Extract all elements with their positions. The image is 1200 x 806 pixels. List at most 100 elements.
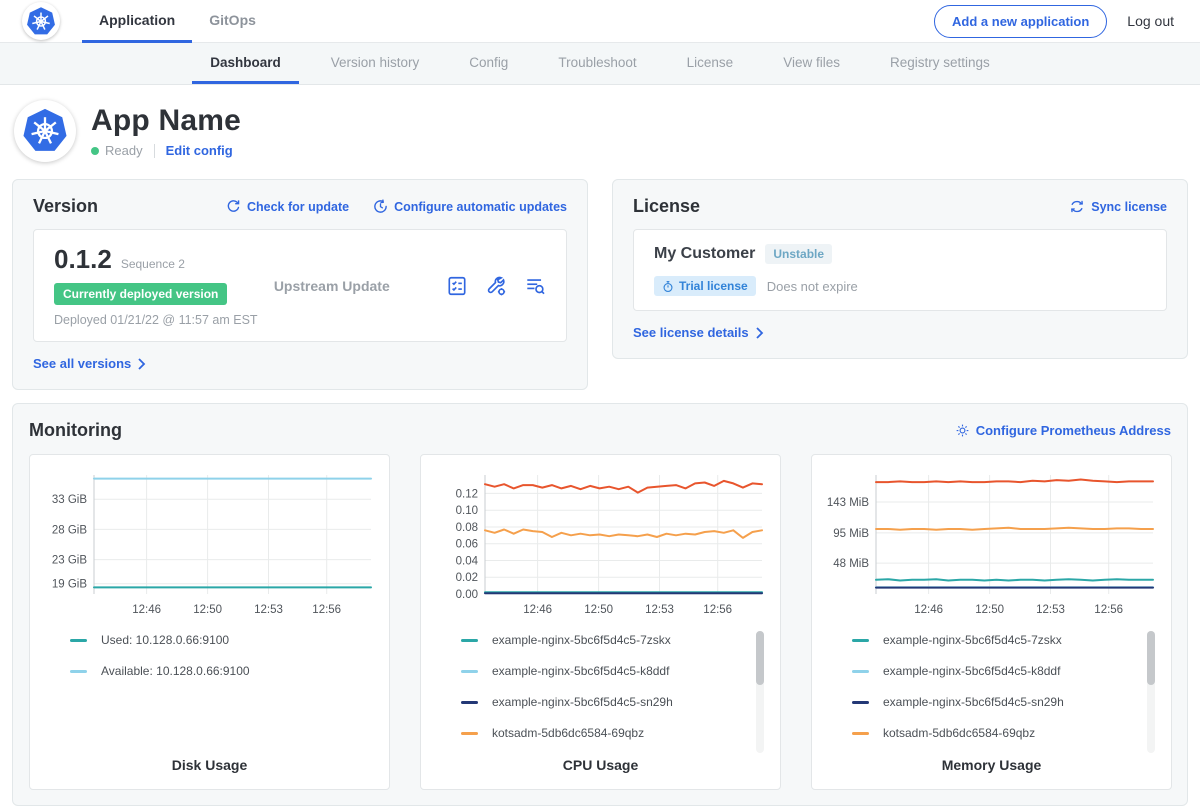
page-title: App Name [91,104,241,138]
cpu-usage-legend: example-nginx-5bc6f5d4c5-7zskx example-n… [435,633,766,757]
chevron-right-icon [755,327,764,339]
license-box: My Customer Unstable Trial license Does … [633,229,1167,311]
cpu-usage-panel: 0.120.100.080.060.040.020.0012:4612:5012… [420,454,781,790]
status-text: Ready [105,143,143,158]
legend-item: example-nginx-5bc6f5d4c5-k8ddf [461,664,766,678]
see-all-versions-link[interactable]: See all versions [33,356,146,371]
edit-config-link[interactable]: Edit config [166,143,233,158]
divider [154,144,155,158]
preflight-checks-icon[interactable] [446,275,468,297]
cpu-usage-chart: 0.120.100.080.060.040.020.0012:4612:5012… [435,468,768,620]
scrollbar-thumb[interactable] [756,631,764,685]
svg-text:12:53: 12:53 [645,604,674,616]
legend-item: Used: 10.128.0.66:9100 [70,633,375,647]
check-for-update-link[interactable]: Check for update [226,199,349,214]
svg-text:0.06: 0.06 [456,539,478,551]
svg-text:0.12: 0.12 [456,488,478,500]
svg-text:12:46: 12:46 [914,604,943,616]
legend-scrollbar[interactable] [1147,631,1155,753]
svg-text:12:50: 12:50 [193,604,222,616]
legend-swatch [852,670,869,673]
svg-text:12:50: 12:50 [584,604,613,616]
topnav-tab-gitops[interactable]: GitOps [192,0,273,43]
customer-name: My Customer [654,245,755,263]
legend-label: example-nginx-5bc6f5d4c5-7zskx [492,633,671,647]
legend-item: kotsadm-5db6dc6584-69qbz [461,726,766,740]
legend-item: example-nginx-5bc6f5d4c5-sn29h [852,695,1157,709]
legend-swatch [461,639,478,642]
chart-title: Disk Usage [44,757,375,779]
app-sub-navigation: Dashboard Version history Config Trouble… [0,43,1200,85]
topnav-tab-application[interactable]: Application [82,0,192,43]
license-card: License Sync license My Customer Unstabl… [612,179,1188,359]
scrollbar-thumb[interactable] [1147,631,1155,685]
svg-text:12:46: 12:46 [523,604,552,616]
summary-cards-row: Version Check for update Configure autom… [0,176,1200,390]
topnav-tabs: Application GitOps [82,0,273,43]
license-type-badge: Trial license [654,276,756,296]
app-header: App Name Ready Edit config [0,85,1200,176]
stopwatch-icon [662,280,674,293]
version-actions [446,275,546,297]
legend-swatch [852,732,869,735]
memory-usage-legend: example-nginx-5bc6f5d4c5-7zskx example-n… [826,633,1157,757]
disk-usage-chart: 33 GiB28 GiB23 GiB19 GiB12:4612:5012:531… [44,468,377,620]
tab-config[interactable]: Config [451,43,526,84]
svg-text:95 MiB: 95 MiB [833,528,869,540]
legend-scrollbar[interactable] [756,631,764,753]
configure-automatic-updates-link[interactable]: Configure automatic updates [373,199,567,214]
legend-item: example-nginx-5bc6f5d4c5-7zskx [461,633,766,647]
sequence-label: Sequence 2 [121,257,185,271]
monitoring-card: Monitoring Configure Prometheus Address … [12,403,1188,806]
version-info: 0.1.2 Sequence 2 Currently deployed vers… [54,244,258,327]
logout-link[interactable]: Log out [1127,13,1174,29]
svg-text:23 GiB: 23 GiB [52,555,87,567]
legend-label: example-nginx-5bc6f5d4c5-sn29h [883,695,1064,709]
legend-label: Available: 10.128.0.66:9100 [101,664,250,678]
top-navigation: Application GitOps Add a new application… [0,0,1200,43]
gear-icon [955,423,970,438]
sync-arrows-icon [1069,199,1085,214]
channel-badge: Unstable [765,244,832,264]
legend-item: Available: 10.128.0.66:9100 [70,664,375,678]
sync-license-link[interactable]: Sync license [1069,199,1167,214]
version-card: Version Check for update Configure autom… [12,179,588,390]
chart-title: Memory Usage [826,757,1157,779]
svg-text:12:56: 12:56 [1094,604,1123,616]
app-avatar [14,100,76,162]
legend-label: Used: 10.128.0.66:9100 [101,633,229,647]
edit-config-icon[interactable] [485,275,507,297]
legend-swatch [461,701,478,704]
svg-text:12:53: 12:53 [1036,604,1065,616]
legend-item: example-nginx-5bc6f5d4c5-sn29h [461,695,766,709]
chart-panels: 33 GiB28 GiB23 GiB19 GiB12:4612:5012:531… [29,454,1171,790]
legend-swatch [852,701,869,704]
svg-text:0.10: 0.10 [456,505,478,517]
configure-prometheus-link[interactable]: Configure Prometheus Address [955,423,1171,438]
svg-text:0.00: 0.00 [456,589,478,601]
legend-label: example-nginx-5bc6f5d4c5-k8ddf [883,664,1060,678]
add-application-button[interactable]: Add a new application [934,5,1107,38]
legend-swatch [461,732,478,735]
memory-usage-panel: 143 MiB95 MiB48 MiB12:4612:5012:5312:56 … [811,454,1172,790]
svg-text:48 MiB: 48 MiB [833,558,869,570]
tab-dashboard[interactable]: Dashboard [192,43,299,84]
version-number: 0.1.2 [54,244,112,275]
kubernetes-app-icon [22,107,68,155]
version-source-label: Upstream Update [274,278,390,294]
legend-label: example-nginx-5bc6f5d4c5-k8ddf [492,664,669,678]
tab-registry-settings[interactable]: Registry settings [872,43,1008,84]
svg-text:143 MiB: 143 MiB [827,497,870,509]
svg-text:12:46: 12:46 [132,604,161,616]
legend-item: kotsadm-5db6dc6584-69qbz [852,726,1157,740]
tab-troubleshoot[interactable]: Troubleshoot [540,43,654,84]
tab-view-files[interactable]: View files [765,43,858,84]
svg-text:19 GiB: 19 GiB [52,579,87,591]
view-logs-icon[interactable] [524,275,546,297]
tab-version-history[interactable]: Version history [313,43,438,84]
status-dot [91,147,99,155]
kubernetes-logo[interactable] [22,2,60,40]
tab-license[interactable]: License [669,43,752,84]
see-license-details-link[interactable]: See license details [633,325,764,340]
kubernetes-helm-icon [26,6,56,37]
